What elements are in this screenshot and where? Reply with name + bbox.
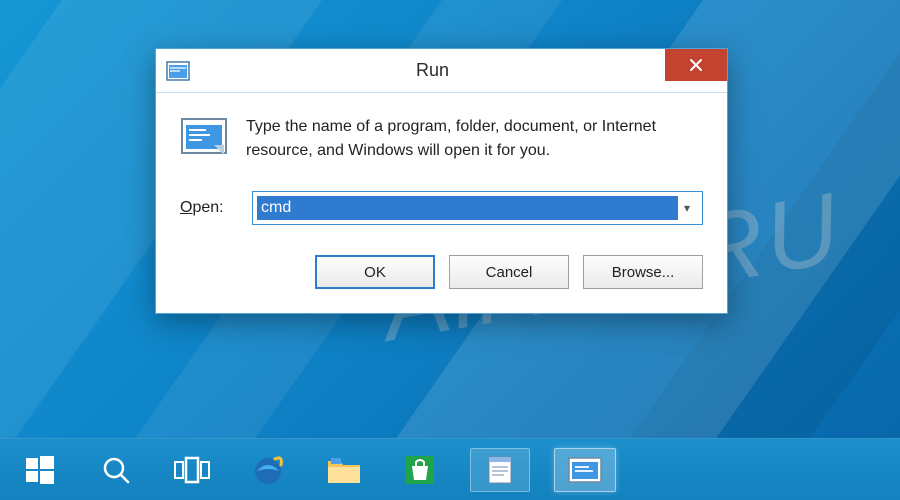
ie-icon — [251, 453, 285, 487]
dialog-info-text: Type the name of a program, folder, docu… — [246, 115, 703, 163]
open-combobox[interactable]: cmd ▾ — [252, 191, 703, 225]
ie-button[interactable] — [242, 448, 294, 492]
chevron-down-icon[interactable]: ▾ — [678, 201, 696, 215]
folder-icon — [326, 455, 362, 485]
open-label: Open: — [180, 199, 238, 217]
search-icon — [101, 455, 131, 485]
taskview-icon — [174, 456, 210, 484]
store-button[interactable] — [394, 448, 446, 492]
close-button[interactable] — [665, 49, 727, 81]
search-button[interactable] — [90, 448, 142, 492]
store-icon — [404, 454, 436, 486]
run-body-icon — [180, 115, 228, 159]
browse-button[interactable]: Browse... — [583, 255, 703, 289]
run-taskbar-icon — [567, 455, 603, 485]
file-explorer-button[interactable] — [318, 448, 370, 492]
taskbar — [0, 438, 900, 500]
cancel-button[interactable]: Cancel — [449, 255, 569, 289]
notepad-icon — [483, 453, 517, 487]
windows-logo-icon — [24, 454, 56, 486]
close-icon — [689, 58, 703, 72]
taskview-button[interactable] — [166, 448, 218, 492]
run-title-icon — [156, 61, 200, 81]
ok-button[interactable]: OK — [315, 255, 435, 289]
dialog-title: Run — [200, 60, 665, 81]
run-dialog: Run Type the name of a program, folder, … — [155, 48, 728, 314]
notepad-taskbar-button[interactable] — [470, 448, 530, 492]
open-input-value[interactable]: cmd — [257, 196, 678, 220]
run-taskbar-button[interactable] — [554, 448, 616, 492]
start-button[interactable] — [14, 448, 66, 492]
titlebar[interactable]: Run — [156, 49, 727, 93]
